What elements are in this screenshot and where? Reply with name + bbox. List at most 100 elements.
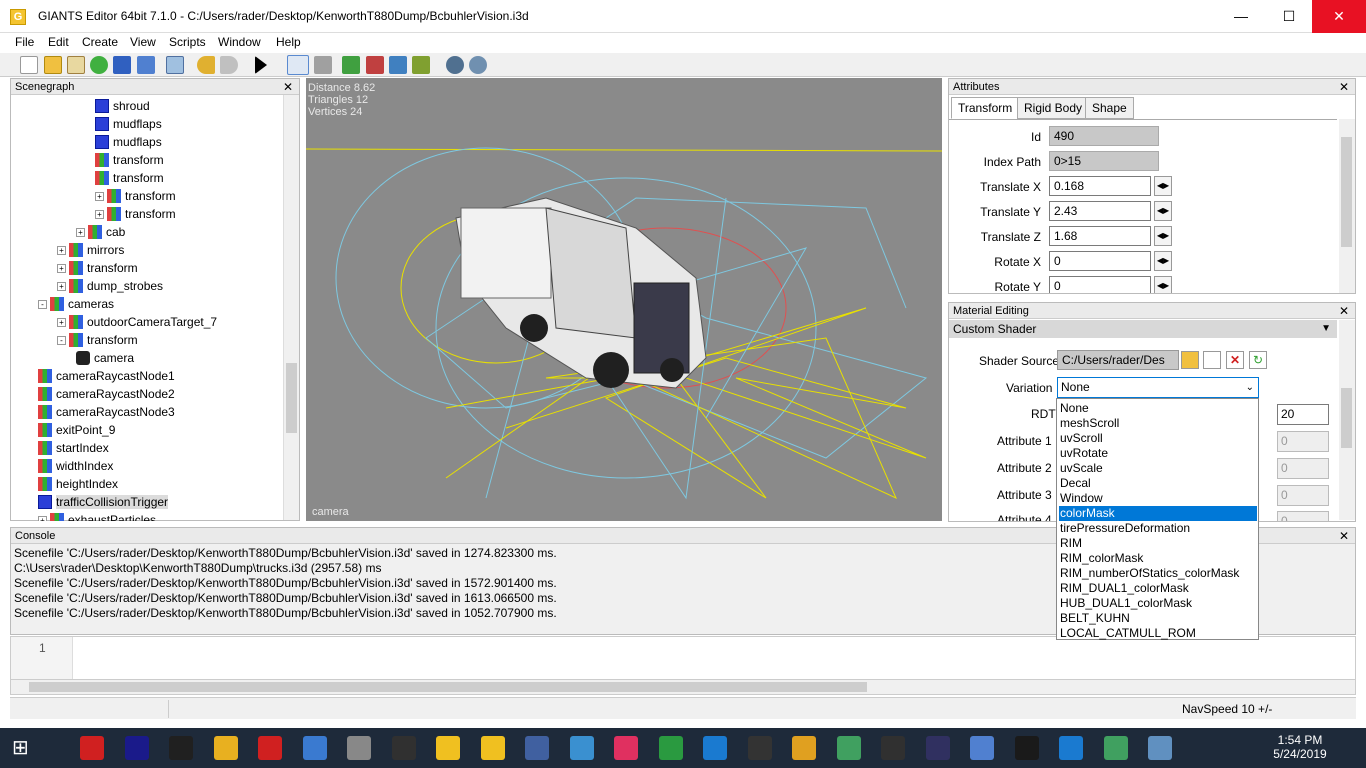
expand-toggle-icon[interactable]: + [38,516,47,521]
scrollbar-thumb[interactable] [29,682,867,692]
console-scrollbar[interactable] [1339,545,1355,634]
dropdown-option[interactable]: uvScroll [1059,431,1257,446]
dropdown-option[interactable]: LOCAL_CATMULL_ROM [1059,626,1257,641]
minimize-button[interactable]: — [1218,0,1264,33]
taskbar-app-icon[interactable] [480,736,505,760]
terrain-icon[interactable] [342,56,360,74]
close-icon[interactable]: ✕ [1339,79,1349,95]
save-as-icon[interactable] [137,56,155,74]
taskbar-app-icon[interactable] [169,736,193,760]
dropdown-option[interactable]: None [1059,401,1257,416]
expand-toggle-icon[interactable]: - [57,336,66,345]
taskbar-app-icon[interactable] [614,736,638,760]
expand-toggle-icon[interactable]: + [57,282,66,291]
play-icon[interactable] [255,56,267,74]
paint-icon[interactable] [366,56,384,74]
taskbar-app-icon[interactable] [925,736,950,760]
edit-icon[interactable] [67,56,85,74]
material-scrollbar[interactable] [1339,320,1355,520]
taskbar-app-icon[interactable] [970,736,994,760]
taskbar-app-icon[interactable] [1103,736,1128,760]
tree-node[interactable]: cameraRaycastNode1 [38,367,175,385]
tree-node[interactable]: + transform [95,187,176,205]
open-folder-icon[interactable] [1181,351,1199,369]
magnet-icon[interactable] [314,56,332,74]
menu-file[interactable]: File [15,35,34,49]
taskbar-app-icon[interactable] [792,736,816,760]
taskbar-app-icon[interactable] [391,736,416,760]
expand-toggle-icon[interactable]: + [95,192,104,201]
dropdown-option[interactable]: Decal [1059,476,1257,491]
tab-rigid-body[interactable]: Rigid Body [1017,97,1090,119]
new-file-icon[interactable] [20,56,38,74]
scrollbar-thumb[interactable] [1341,388,1352,448]
settings-icon[interactable] [446,56,464,74]
tree-node[interactable]: startIndex [38,439,109,457]
tree-node[interactable]: + outdoorCameraTarget_7 [57,313,217,331]
close-icon[interactable]: ✕ [1339,528,1349,544]
taskbar-app-icon[interactable] [124,736,149,760]
translate-x-spinner[interactable]: ◀▶ [1154,176,1172,196]
search-icon[interactable] [469,56,487,74]
expand-toggle-icon[interactable]: + [95,210,104,219]
taskbar-app-icon[interactable] [258,736,282,760]
expand-toggle-icon[interactable]: + [76,228,85,237]
tree-node[interactable]: + dump_strobes [57,277,163,295]
tree-node[interactable]: mudflaps [95,133,162,151]
tree-node[interactable]: + transform [57,259,138,277]
tree-node[interactable]: cameraRaycastNode3 [38,403,175,421]
menu-create[interactable]: Create [82,35,118,49]
dropdown-option[interactable]: RIM_colorMask [1059,551,1257,566]
collapse-icon[interactable]: ▼ [1321,320,1331,338]
scrollbar-thumb[interactable] [1341,137,1352,247]
tree-node[interactable]: - cameras [38,295,114,313]
rotate-x-field[interactable]: 0 [1049,251,1151,271]
menu-edit[interactable]: Edit [48,35,69,49]
tree-node[interactable]: camera [76,349,134,367]
translate-y-spinner[interactable]: ◀▶ [1154,201,1172,221]
taskbar-app-icon[interactable] [80,736,104,760]
close-icon[interactable]: ✕ [283,79,293,95]
script-editor[interactable]: 1 [10,636,1356,680]
expand-toggle-icon[interactable]: + [57,318,66,327]
taskbar-app-icon[interactable] [1148,736,1172,760]
attribute-1-field[interactable]: 0 [1277,431,1329,452]
import-icon[interactable] [166,56,184,74]
taskbar-app-icon[interactable] [658,736,683,760]
scrollbar-thumb[interactable] [286,363,297,433]
dropdown-option[interactable]: RIM_numberOfStatics_colorMask [1059,566,1257,581]
tree-node[interactable]: - transform [57,331,138,349]
tree-node[interactable]: + exhaustParticles [38,511,156,521]
dropdown-option[interactable]: HUB_DUAL1_colorMask [1059,596,1257,611]
rdt-field[interactable]: 20 [1277,404,1329,425]
tree-node[interactable]: shroud [95,97,150,115]
menu-window[interactable]: Window [218,35,261,49]
attribute-3-field[interactable]: 0 [1277,485,1329,506]
translate-z-field[interactable]: 1.68 [1049,226,1151,246]
dropdown-option[interactable]: colorMask [1059,506,1257,521]
close-window-button[interactable]: ✕ [1312,0,1366,33]
taskbar-app-icon[interactable] [703,736,727,760]
open-folder-icon[interactable] [44,56,62,74]
taskbar-app-icon[interactable] [836,736,861,760]
translate-y-field[interactable]: 2.43 [1049,201,1151,221]
taskbar-app-icon[interactable] [302,736,327,760]
tree-node[interactable]: + transform [95,205,176,223]
taskbar-app-icon[interactable] [569,736,594,760]
dropdown-option[interactable]: BELT_KUHN [1059,611,1257,626]
menu-help[interactable]: Help [276,35,301,49]
dropdown-option[interactable]: Window [1059,491,1257,506]
dropdown-option[interactable]: RIM_DUAL1_colorMask [1059,581,1257,596]
delete-icon[interactable]: ✕ [1226,351,1244,369]
new-file-icon[interactable] [1203,351,1221,369]
save-icon[interactable] [113,56,131,74]
maximize-button[interactable]: ☐ [1266,0,1312,33]
taskbar-app-icon[interactable] [436,736,460,760]
dropdown-option[interactable]: uvScale [1059,461,1257,476]
rotate-y-spinner[interactable]: ◀▶ [1154,276,1172,293]
variation-select[interactable]: None ⌄ [1057,377,1259,398]
taskbar-app-icon[interactable] [347,736,371,760]
editor-horizontal-scrollbar[interactable] [10,679,1356,695]
tree-node[interactable]: cameraRaycastNode2 [38,385,175,403]
redo-icon[interactable] [220,56,238,74]
